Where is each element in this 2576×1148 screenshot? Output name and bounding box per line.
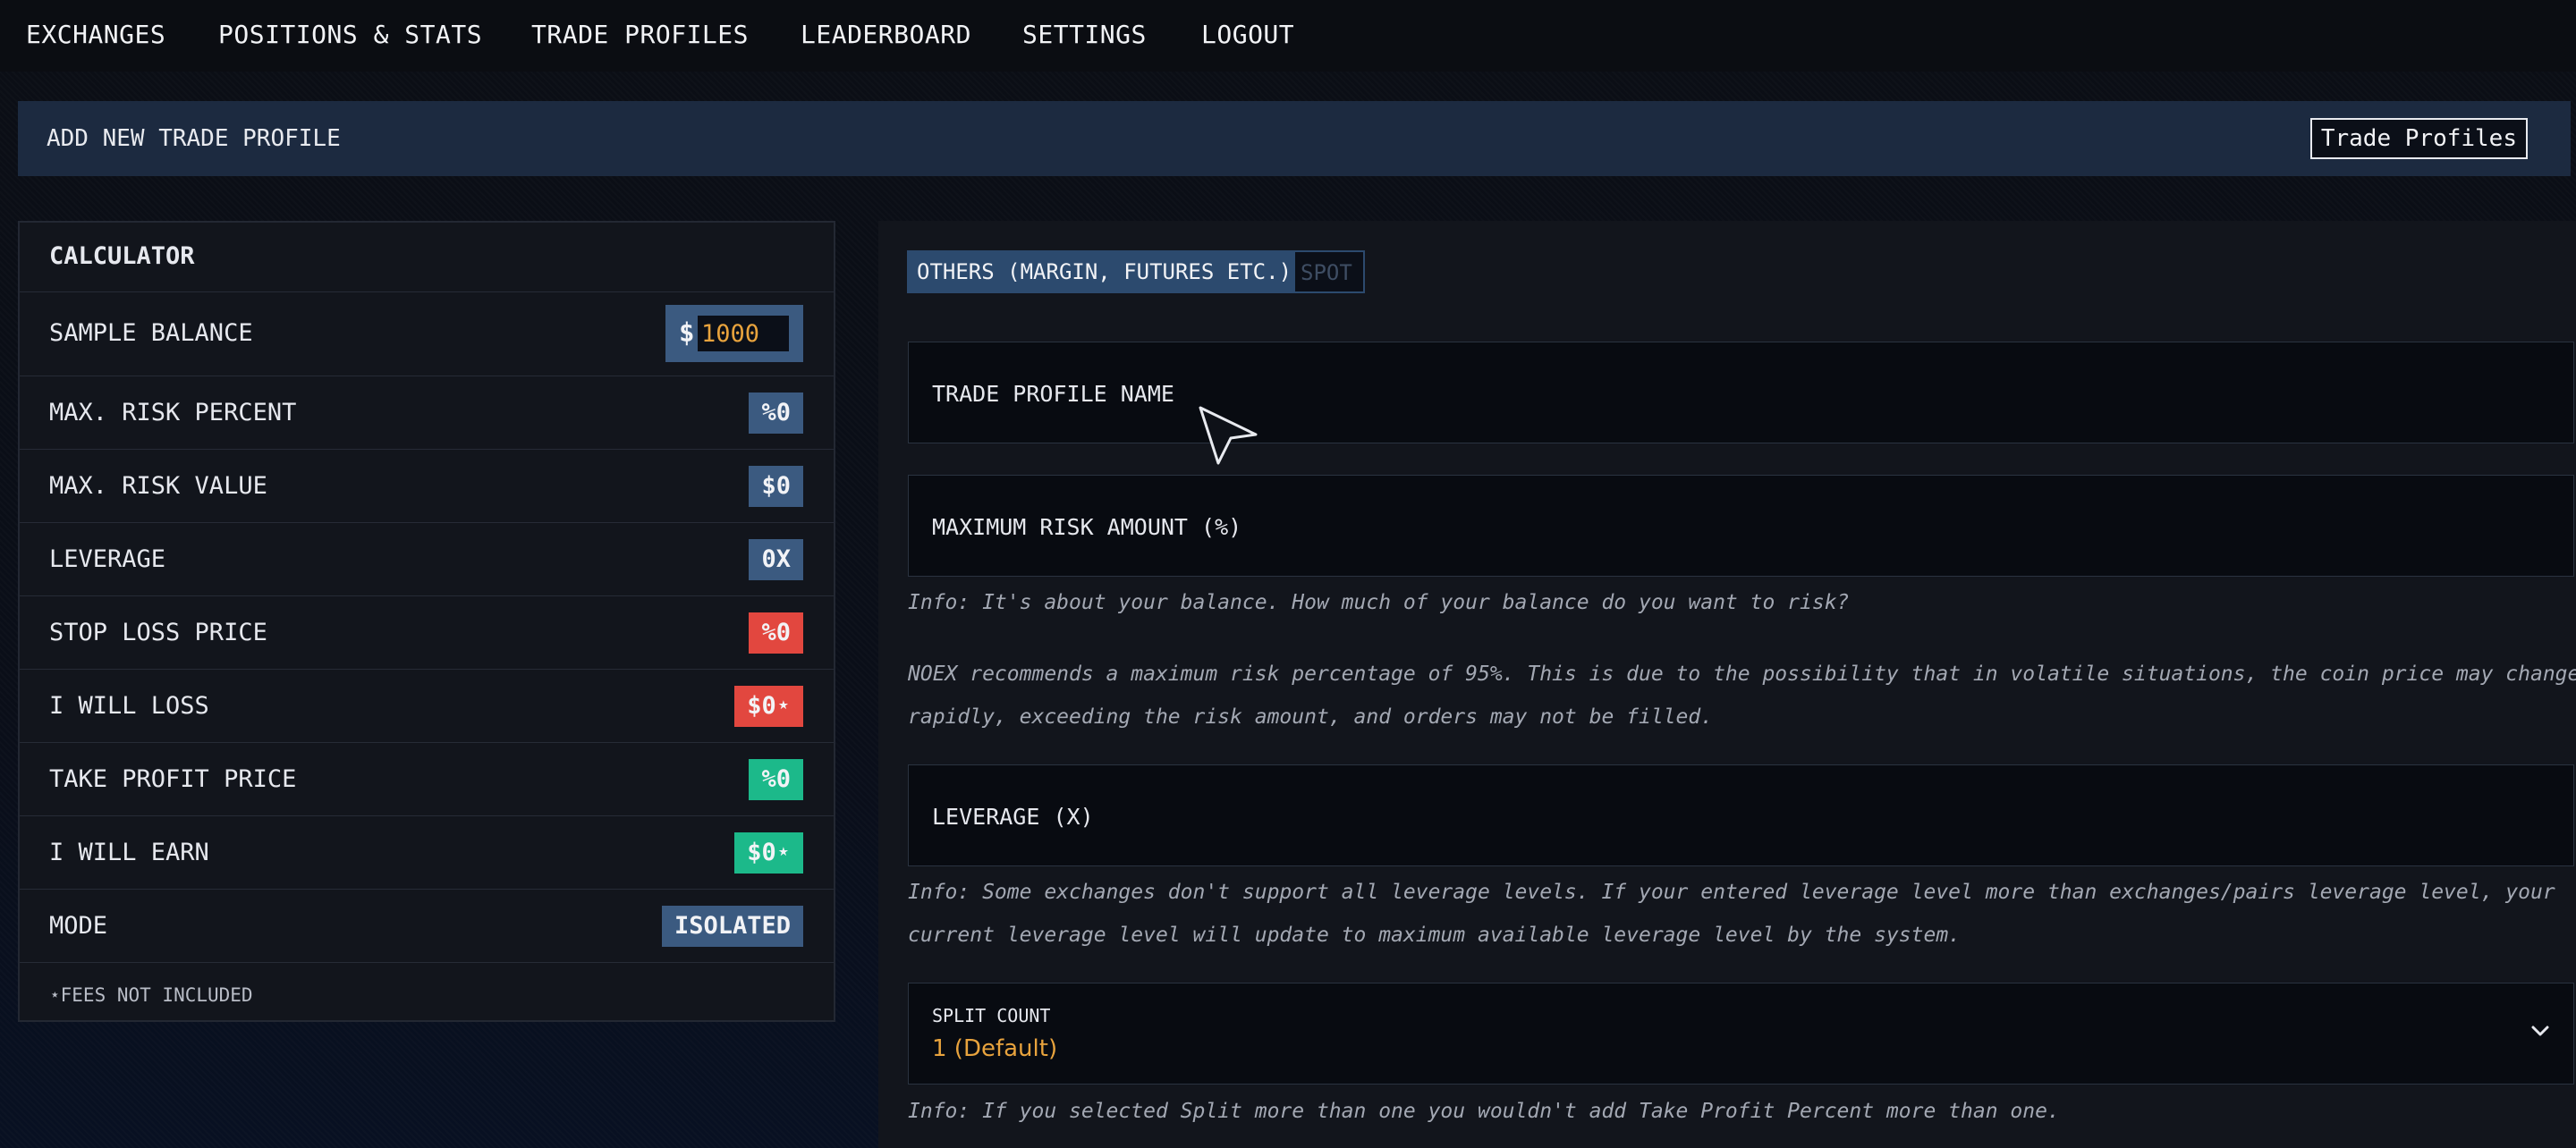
tab-others-margin-futures[interactable]: OTHERS (MARGIN, FUTURES ETC.) <box>907 250 1293 293</box>
calc-row-label: MAX. RISK VALUE <box>49 472 267 500</box>
leverage-row: LEVERAGE 0X <box>20 523 834 596</box>
calculator-title: CALCULATOR <box>49 242 195 270</box>
risk-recommendation-text: NOEX recommends a maximum risk percentag… <box>908 663 2576 686</box>
leverage-info-text-cont: current leverage level will update to ma… <box>908 924 1962 947</box>
nav-trade-profiles[interactable]: TRADE PROFILES <box>531 20 749 49</box>
risk-info-text: Info: It's about your balance. How much … <box>908 591 1850 614</box>
calc-row-label: TAKE PROFIT PRICE <box>49 765 297 793</box>
split-count-value: 1 (Default) <box>932 1035 1058 1062</box>
leverage-value: 0X <box>749 539 803 580</box>
page-title: ADD NEW TRADE PROFILE <box>47 125 341 152</box>
nav-positions-stats[interactable]: POSITIONS & STATS <box>218 20 482 49</box>
calc-row-label: MODE <box>49 912 108 940</box>
split-info-text: Info: If you selected Split more than on… <box>908 1100 2060 1123</box>
currency-symbol: $ <box>679 317 695 348</box>
page-header: ADD NEW TRADE PROFILE Trade Profiles <box>18 101 2571 176</box>
stop-loss-price-row: STOP LOSS PRICE %0 <box>20 596 834 670</box>
leverage-input[interactable]: LEVERAGE (X) <box>908 764 2574 866</box>
calculator-header: CALCULATOR <box>20 223 834 292</box>
calc-row-label: I WILL LOSS <box>49 692 209 720</box>
fees-note: ⋆FEES NOT INCLUDED <box>49 984 253 1006</box>
calc-row-label: MAX. RISK PERCENT <box>49 399 297 426</box>
take-profit-price-value: %0 <box>749 759 803 800</box>
trade-profile-name-input[interactable]: TRADE PROFILE NAME <box>908 342 2574 443</box>
split-count-select[interactable]: SPLIT COUNT 1 (Default) <box>908 983 2574 1085</box>
will-loss-row: I WILL LOSS $0⋆ <box>20 670 834 743</box>
mode-value: ISOLATED <box>661 906 803 947</box>
risk-recommendation-text-cont: rapidly, exceeding the risk amount, and … <box>908 705 1714 729</box>
trade-profiles-button[interactable]: Trade Profiles <box>2309 118 2528 159</box>
chevron-down-icon <box>2531 1026 2549 1036</box>
maximum-risk-amount-label: MAXIMUM RISK AMOUNT (%) <box>932 514 1242 540</box>
calc-row-label: LEVERAGE <box>49 545 166 573</box>
maximum-risk-amount-input[interactable]: MAXIMUM RISK AMOUNT (%) <box>908 475 2574 577</box>
sample-balance-row: SAMPLE BALANCE $ <box>20 292 834 376</box>
max-risk-percent-row: MAX. RISK PERCENT %0 <box>20 376 834 450</box>
calc-row-label: STOP LOSS PRICE <box>49 619 267 646</box>
will-earn-row: I WILL EARN $0⋆ <box>20 816 834 890</box>
mouse-cursor-icon <box>1199 406 1258 465</box>
nav-leaderboard[interactable]: LEADERBOARD <box>801 20 971 49</box>
split-count-label: SPLIT COUNT <box>932 1005 1051 1026</box>
take-profit-price-row: TAKE PROFIT PRICE %0 <box>20 743 834 816</box>
calculator-panel: CALCULATOR SAMPLE BALANCE $ MAX. RISK PE… <box>18 221 835 1022</box>
nav-logout[interactable]: LOGOUT <box>1201 20 1294 49</box>
calc-row-label: I WILL EARN <box>49 839 209 866</box>
leverage-info-text: Info: Some exchanges don't support all l… <box>908 881 2555 904</box>
sample-balance-box: $ <box>665 305 803 362</box>
max-risk-value-value: $0 <box>749 466 803 507</box>
stop-loss-price-value: %0 <box>749 612 803 654</box>
trade-profile-name-label: TRADE PROFILE NAME <box>932 381 1174 407</box>
top-nav: EXCHANGES POSITIONS & STATS TRADE PROFIL… <box>0 0 2576 72</box>
max-risk-percent-value: %0 <box>749 393 803 434</box>
sample-balance-label: SAMPLE BALANCE <box>49 319 253 347</box>
max-risk-value-row: MAX. RISK VALUE $0 <box>20 450 834 523</box>
sample-balance-input[interactable] <box>698 316 789 351</box>
trade-profile-form: OTHERS (MARGIN, FUTURES ETC.) SPOT TRADE… <box>878 221 2576 1148</box>
will-earn-value: $0⋆ <box>734 832 803 874</box>
nav-exchanges[interactable]: EXCHANGES <box>26 20 165 49</box>
tab-spot[interactable]: SPOT <box>1293 250 1365 293</box>
leverage-label: LEVERAGE (X) <box>932 804 1094 830</box>
nav-settings[interactable]: SETTINGS <box>1022 20 1147 49</box>
will-loss-value: $0⋆ <box>734 686 803 727</box>
mode-row: MODE ISOLATED <box>20 890 834 963</box>
